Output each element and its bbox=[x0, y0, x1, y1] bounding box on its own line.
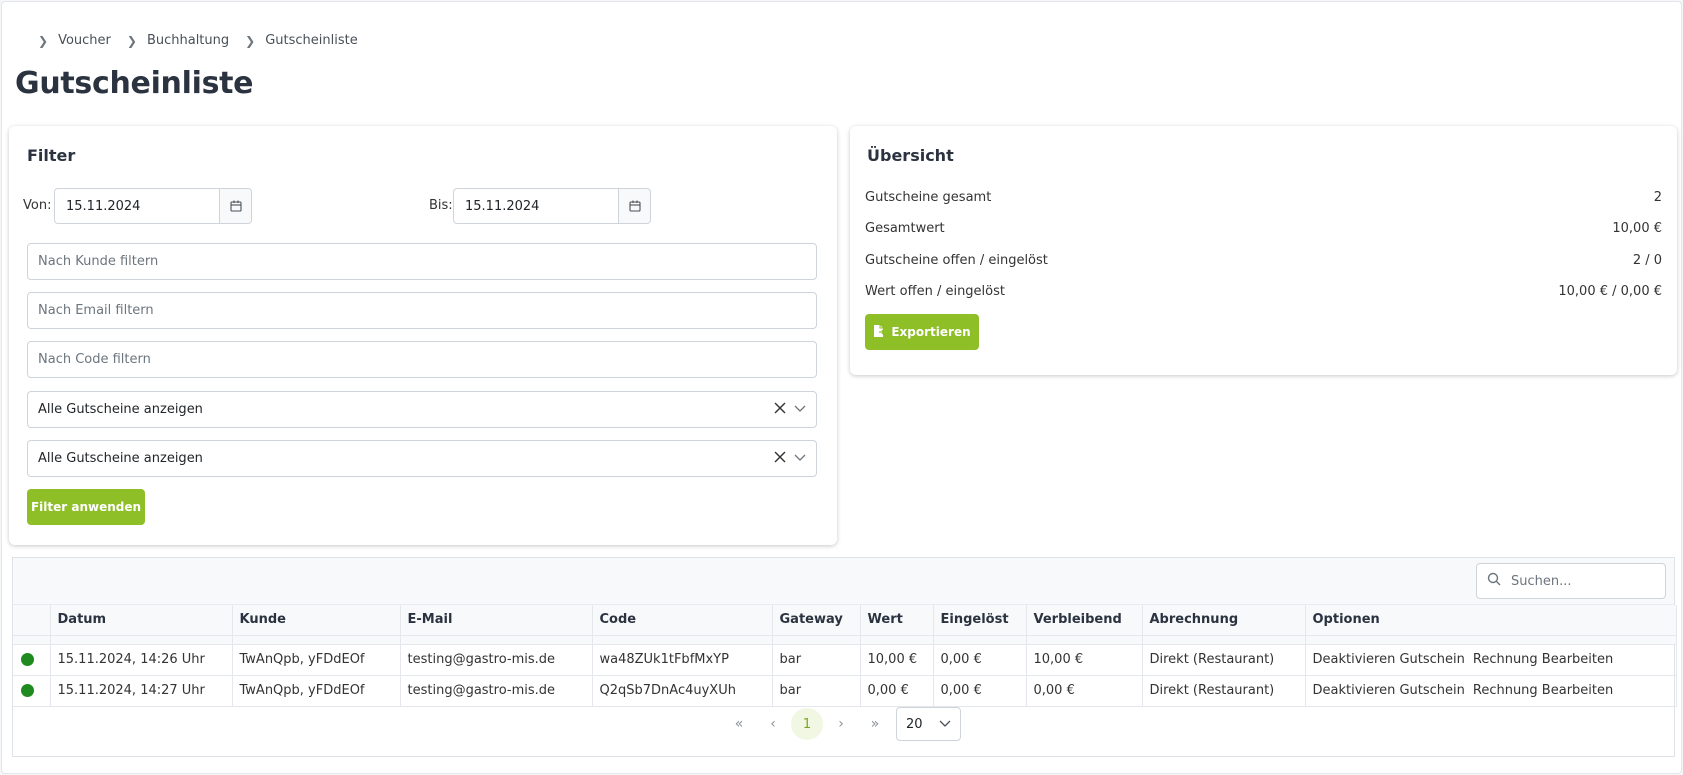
chevron-down-icon[interactable] bbox=[794, 402, 806, 417]
cell-email: testing@gastro-mis.de bbox=[400, 675, 593, 707]
cell-verbleibend: 0,00 € bbox=[1026, 675, 1143, 707]
table-filter-row bbox=[13, 635, 1677, 645]
column-header-datum[interactable]: Datum bbox=[50, 605, 233, 636]
prev-page-button[interactable]: ‹ bbox=[756, 708, 790, 740]
cell-gateway: bar bbox=[772, 644, 861, 676]
voucher-table: Datum Kunde E-Mail Code Gateway Wert Ein… bbox=[13, 605, 1677, 707]
page-title: Gutscheinliste bbox=[15, 66, 254, 101]
status-dot bbox=[21, 684, 34, 697]
column-header-abrechnung[interactable]: Abrechnung bbox=[1142, 605, 1306, 636]
page-1-button[interactable]: 1 bbox=[790, 708, 824, 740]
cell-datum: 15.11.2024, 14:27 Uhr bbox=[50, 675, 233, 707]
customer-filter-input[interactable]: Nach Kunde filtern bbox=[27, 243, 817, 280]
deactivate-voucher-link[interactable]: Deaktivieren Gutschein bbox=[1313, 683, 1465, 698]
calendar-icon[interactable] bbox=[618, 189, 650, 223]
overview-row-total-value: Gesamtwert 10,00 € bbox=[865, 221, 1662, 236]
overview-row-open-redeemed-value: Wert offen / eingelöst 10,00 € / 0,00 € bbox=[865, 284, 1662, 299]
cell-email: testing@gastro-mis.de bbox=[400, 644, 593, 676]
table-header-row: Datum Kunde E-Mail Code Gateway Wert Ein… bbox=[13, 605, 1677, 636]
edit-invoice-link[interactable]: Rechnung Bearbeiten bbox=[1473, 652, 1613, 667]
cell-datum: 15.11.2024, 14:26 Uhr bbox=[50, 644, 233, 676]
cell-optionen: Deaktivieren Gutschein Rechnung Bearbeite… bbox=[1305, 644, 1677, 676]
cell-verbleibend: 10,00 € bbox=[1026, 644, 1143, 676]
chevron-down-icon[interactable] bbox=[794, 451, 806, 466]
status-dot bbox=[21, 653, 34, 666]
breadcrumb-item-buchhaltung[interactable]: Buchhaltung bbox=[147, 33, 229, 48]
from-date-group: 15.11.2024 bbox=[54, 188, 252, 224]
email-filter-input[interactable]: Nach Email filtern bbox=[27, 292, 817, 329]
search-placeholder: Suchen... bbox=[1511, 573, 1572, 589]
select-value: Alle Gutscheine anzeigen bbox=[38, 402, 203, 417]
table-search-input[interactable]: Suchen... bbox=[1476, 563, 1666, 599]
apply-filter-button[interactable]: Filter anwenden bbox=[27, 489, 145, 525]
cell-wert: 10,00 € bbox=[860, 644, 934, 676]
column-header-status bbox=[13, 605, 51, 636]
breadcrumb: ❯ Voucher ❯ Buchhaltung ❯ Gutscheinliste bbox=[38, 33, 366, 48]
chevron-right-icon: ❯ bbox=[38, 33, 49, 48]
column-header-kunde[interactable]: Kunde bbox=[232, 605, 401, 636]
to-date-label: Bis: bbox=[429, 198, 453, 213]
last-page-button[interactable]: » bbox=[858, 708, 892, 740]
file-export-icon bbox=[873, 324, 886, 341]
to-date-input[interactable]: 15.11.2024 bbox=[454, 189, 618, 223]
cell-abrechnung: Direkt (Restaurant) bbox=[1142, 644, 1306, 676]
code-filter-input[interactable]: Nach Code filtern bbox=[27, 341, 817, 378]
column-header-gateway[interactable]: Gateway bbox=[772, 605, 861, 636]
to-date-group: 15.11.2024 bbox=[453, 188, 651, 224]
cell-gateway: bar bbox=[772, 675, 861, 707]
chevron-right-icon: ❯ bbox=[245, 33, 256, 48]
cell-kunde: TwAnQpb, yFDdEOf bbox=[232, 644, 401, 676]
cell-code: wa48ZUk1tFbfMxYP bbox=[592, 644, 773, 676]
column-header-wert[interactable]: Wert bbox=[860, 605, 934, 636]
first-page-button[interactable]: « bbox=[722, 708, 756, 740]
breadcrumb-item-voucher[interactable]: Voucher bbox=[58, 33, 111, 48]
cell-code: Q2qSb7DnAc4uyXUh bbox=[592, 675, 773, 707]
voucher-status-select[interactable]: Alle Gutscheine anzeigen bbox=[27, 391, 817, 428]
overview-row-total-count: Gutscheine gesamt 2 bbox=[865, 190, 1662, 205]
next-page-button[interactable]: › bbox=[824, 708, 858, 740]
overview-row-open-redeemed-count: Gutscheine offen / eingelöst 2 / 0 bbox=[865, 253, 1662, 268]
search-icon bbox=[1487, 572, 1501, 590]
calendar-icon[interactable] bbox=[219, 189, 251, 223]
from-date-input[interactable]: 15.11.2024 bbox=[55, 189, 219, 223]
table-toolbar: Suchen... bbox=[13, 558, 1674, 605]
rows-per-page-select[interactable]: 20 bbox=[896, 707, 961, 741]
filter-title: Filter bbox=[27, 146, 76, 165]
clear-icon[interactable] bbox=[774, 451, 786, 467]
cell-abrechnung: Direkt (Restaurant) bbox=[1142, 675, 1306, 707]
chevron-right-icon: ❯ bbox=[126, 33, 137, 48]
column-header-email[interactable]: E-Mail bbox=[400, 605, 593, 636]
column-header-eingeloest[interactable]: Eingelöst bbox=[933, 605, 1027, 636]
filter-card: Filter Von: 15.11.2024 Bis: 15.11.2024 N… bbox=[9, 126, 837, 545]
select-value: Alle Gutscheine anzeigen bbox=[38, 451, 203, 466]
voucher-type-select[interactable]: Alle Gutscheine anzeigen bbox=[27, 440, 817, 477]
pagination: « ‹ 1 › » 20 bbox=[722, 707, 961, 741]
table-row[interactable]: 15.11.2024, 14:27 Uhr TwAnQpb, yFDdEOf t… bbox=[13, 675, 1677, 707]
cell-kunde: TwAnQpb, yFDdEOf bbox=[232, 675, 401, 707]
breadcrumb-item-current: Gutscheinliste bbox=[265, 33, 358, 48]
cell-optionen: Deaktivieren Gutschein Rechnung Bearbeite… bbox=[1305, 675, 1677, 707]
chevron-down-icon bbox=[939, 717, 951, 732]
column-header-code[interactable]: Code bbox=[592, 605, 773, 636]
table-row[interactable]: 15.11.2024, 14:26 Uhr TwAnQpb, yFDdEOf t… bbox=[13, 644, 1677, 676]
from-date-label: Von: bbox=[23, 198, 52, 213]
deactivate-voucher-link[interactable]: Deaktivieren Gutschein bbox=[1313, 652, 1465, 667]
cell-wert: 0,00 € bbox=[860, 675, 934, 707]
overview-title: Übersicht bbox=[867, 146, 954, 165]
cell-eingeloest: 0,00 € bbox=[933, 644, 1027, 676]
cell-eingeloest: 0,00 € bbox=[933, 675, 1027, 707]
page-container: ❯ Voucher ❯ Buchhaltung ❯ Gutscheinliste… bbox=[1, 1, 1682, 774]
export-button[interactable]: Exportieren bbox=[865, 314, 979, 350]
edit-invoice-link[interactable]: Rechnung Bearbeiten bbox=[1473, 683, 1613, 698]
export-label: Exportieren bbox=[891, 325, 971, 339]
overview-card: Übersicht Gutscheine gesamt 2 Gesamtwert… bbox=[850, 126, 1677, 375]
column-header-verbleibend[interactable]: Verbleibend bbox=[1026, 605, 1143, 636]
column-header-optionen: Optionen bbox=[1305, 605, 1677, 636]
clear-icon[interactable] bbox=[774, 402, 786, 418]
